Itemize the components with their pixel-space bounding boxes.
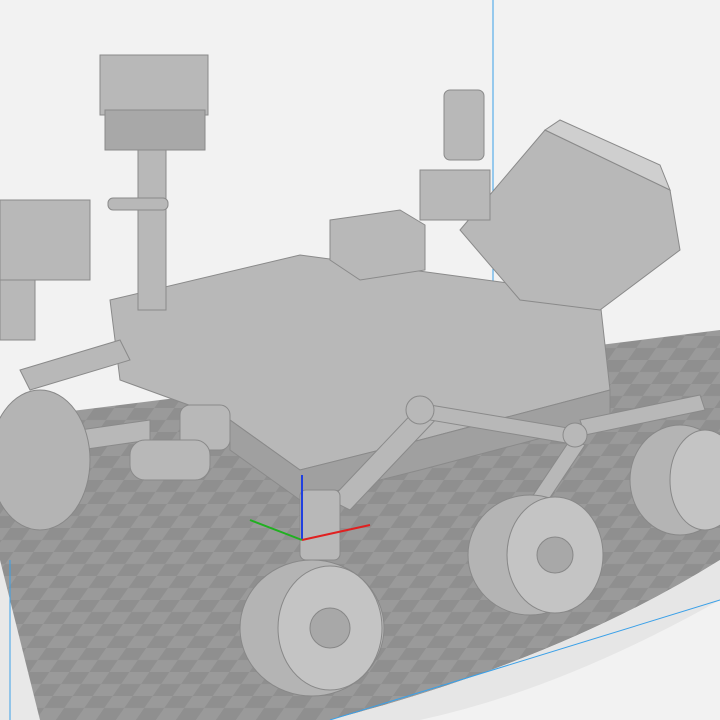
wheel-front[interactable]	[239, 559, 385, 697]
wheel-middle[interactable]	[467, 494, 604, 616]
3d-viewport[interactable]	[0, 0, 720, 720]
scene[interactable]	[0, 0, 720, 720]
